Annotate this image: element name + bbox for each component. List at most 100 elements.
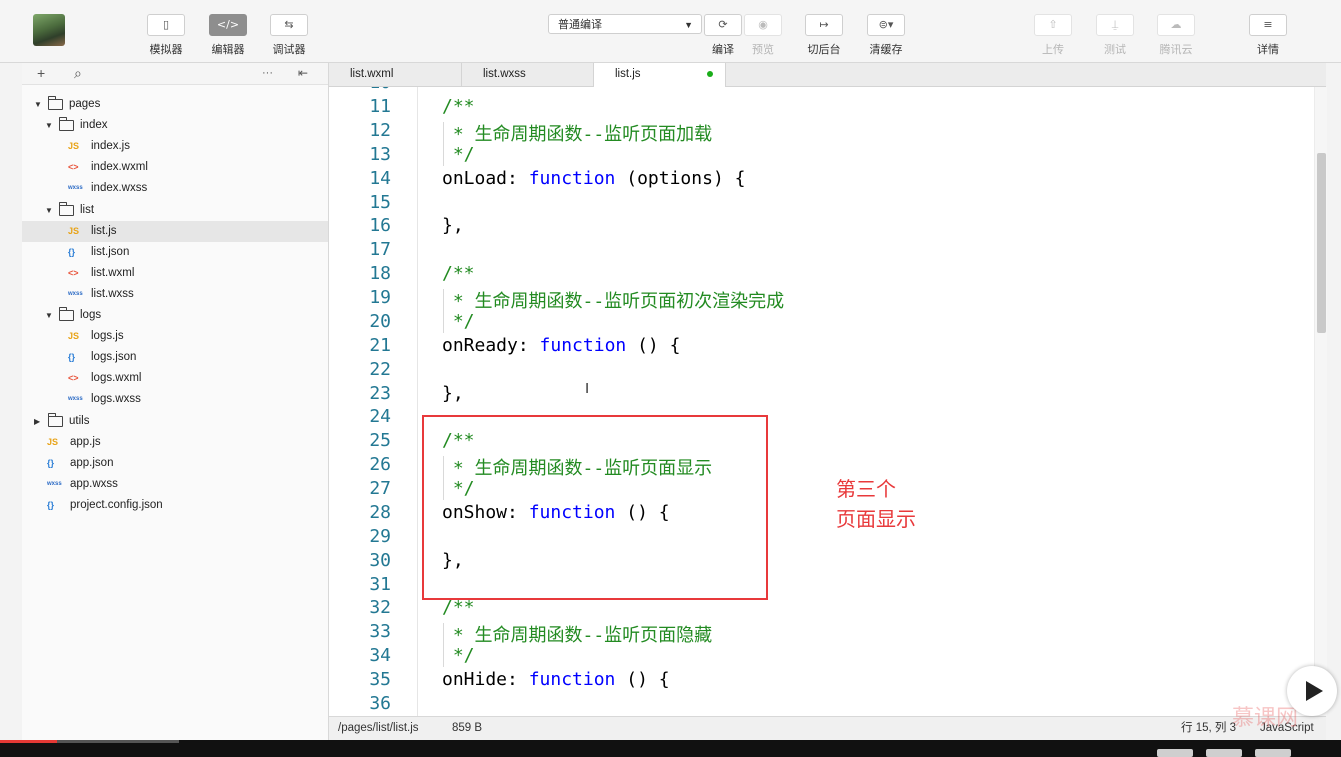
editor-scrollbar[interactable]	[1314, 87, 1327, 716]
code-comment: /**	[442, 96, 475, 117]
video-control[interactable]	[1157, 749, 1193, 757]
layers-icon: ⊜▾	[867, 14, 905, 36]
code-line[interactable]: * 生命周期函数--监听页面加载	[442, 120, 712, 146]
preview-button[interactable]: ◉ 预览	[740, 14, 786, 57]
folder-icon	[48, 96, 63, 110]
file-item[interactable]: wxss list.wxss	[22, 284, 328, 305]
file-item[interactable]: {} project.config.json	[22, 495, 328, 516]
file-item[interactable]: {} logs.json	[22, 347, 328, 368]
annotation-line-2: 页面显示	[836, 507, 916, 531]
file-item[interactable]: JS list.js	[22, 220, 328, 242]
avatar[interactable]	[33, 14, 65, 46]
tencent-cloud-button[interactable]: ☁ 腾讯云	[1153, 14, 1199, 57]
chevron-right-icon[interactable]: ▶	[34, 411, 40, 432]
chevron-down-icon[interactable]: ▼	[45, 200, 53, 221]
chevron-down-icon[interactable]: ▼	[45, 115, 53, 136]
test-label: 测试	[1104, 44, 1126, 56]
line-number: 32	[369, 597, 391, 619]
line-number: 13	[369, 143, 391, 165]
json-file-icon: {}	[47, 499, 55, 510]
editor-button[interactable]: </> 编辑器	[205, 14, 251, 57]
code-token: },	[442, 215, 464, 237]
background-button[interactable]: ↦ 切后台	[801, 14, 847, 57]
folder-item[interactable]: ▼ pages	[22, 94, 328, 115]
code-keyword: function	[528, 669, 616, 691]
wxss-file-icon: wxss	[68, 185, 83, 192]
code-line[interactable]: /**	[442, 597, 475, 618]
file-item[interactable]: <> logs.wxml	[22, 368, 328, 389]
cursor-position[interactable]: 行 15, 列 3	[1181, 717, 1236, 739]
code-line[interactable]: * 生命周期函数--监听页面隐藏	[442, 621, 712, 647]
code-line[interactable]: */	[442, 144, 475, 165]
clear-cache-label: 清缓存	[869, 44, 903, 56]
play-button[interactable]	[1287, 666, 1337, 716]
devtools-window: ▯ 模拟器 </> 编辑器 ⇆ 调试器 普通编译 ▼ ⟳ 编译 ◉ 预览 ↦ 切…	[0, 0, 1341, 741]
tab-label: list.wxml	[350, 68, 394, 80]
simulator-icon: ▯	[147, 14, 185, 36]
file-name: project.config.json	[70, 498, 163, 511]
scrollbar-thumb[interactable]	[1317, 153, 1326, 333]
add-icon[interactable]: +	[37, 65, 45, 81]
code-line[interactable]: onHide: function () {	[442, 669, 670, 690]
code-keyword: function	[528, 167, 616, 189]
file-name: app.js	[70, 435, 101, 448]
upload-button[interactable]: ⇧ 上传	[1030, 14, 1076, 57]
chevron-down-icon[interactable]: ▼	[34, 94, 42, 115]
video-control[interactable]	[1206, 749, 1242, 757]
chevron-down-icon[interactable]: ▼	[45, 305, 53, 326]
tab-list-js[interactable]: list.js	[594, 63, 726, 87]
code-line[interactable]: onLoad: function (options) {	[442, 168, 745, 189]
code-area[interactable]: /** * 生命周期函数--监听页面加载 */ onLoad: function …	[418, 87, 1313, 716]
test-button[interactable]: ⍊ 测试	[1092, 14, 1138, 57]
more-icon[interactable]: ···	[262, 67, 273, 79]
folder-item[interactable]: ▼ list	[22, 200, 328, 221]
search-icon[interactable]: ⌕	[74, 65, 82, 82]
details-button[interactable]: ≡ 详情	[1245, 14, 1291, 57]
folder-item[interactable]: ▼ logs	[22, 305, 328, 326]
file-item[interactable]: wxss logs.wxss	[22, 389, 328, 410]
file-item[interactable]: wxss index.wxss	[22, 178, 328, 199]
line-number: 29	[369, 525, 391, 547]
file-item[interactable]: JS app.js	[22, 432, 328, 453]
folder-item[interactable]: ▼ index	[22, 115, 328, 136]
collapse-panel-icon[interactable]: ⇤	[298, 66, 308, 80]
file-item[interactable]: wxss app.wxss	[22, 474, 328, 495]
compile-mode-select[interactable]: 普通编译 ▼	[548, 14, 702, 34]
code-comment: */	[442, 310, 475, 332]
video-progress[interactable]	[0, 740, 57, 743]
line-number: 30	[369, 549, 391, 571]
code-line[interactable]: */	[442, 311, 475, 332]
tab-list-wxml[interactable]: list.wxml	[329, 63, 462, 86]
upload-icon: ⇧	[1034, 14, 1072, 36]
code-line[interactable]: },	[442, 383, 464, 404]
code-line[interactable]: */	[442, 645, 475, 666]
file-name: logs.json	[91, 351, 137, 364]
folder-icon	[59, 201, 74, 216]
debugger-button[interactable]: ⇆ 调试器	[266, 14, 312, 57]
file-item[interactable]: {} list.json	[22, 242, 328, 263]
code-line[interactable]: /**	[442, 263, 475, 284]
code-token: },	[442, 382, 464, 404]
tencent-cloud-label: 腾讯云	[1159, 44, 1193, 56]
tab-list-wxss[interactable]: list.wxss	[462, 63, 594, 86]
folder-name: index	[80, 119, 108, 132]
folder-icon	[59, 117, 74, 132]
left-strip	[0, 63, 22, 740]
wxml-file-icon: <>	[68, 162, 79, 173]
file-item[interactable]: JS index.js	[22, 136, 328, 157]
file-item[interactable]: {} app.json	[22, 453, 328, 474]
line-number: 26	[369, 454, 391, 476]
simulator-button[interactable]: ▯ 模拟器	[143, 14, 189, 57]
file-item[interactable]: <> list.wxml	[22, 263, 328, 284]
clear-cache-button[interactable]: ⊜▾ 清缓存	[863, 14, 909, 57]
code-line[interactable]: /**	[442, 96, 475, 117]
code-line[interactable]: onReady: function () {	[442, 335, 680, 356]
code-token: onHide:	[442, 669, 529, 691]
file-item[interactable]: <> index.wxml	[22, 157, 328, 178]
folder-item[interactable]: ▶ utils	[22, 411, 328, 432]
folder-name: utils	[69, 414, 90, 427]
code-line[interactable]: * 生命周期函数--监听页面初次渲染完成	[442, 287, 784, 313]
code-line[interactable]: },	[442, 215, 464, 236]
file-item[interactable]: JS logs.js	[22, 326, 328, 347]
video-control[interactable]	[1255, 749, 1291, 757]
